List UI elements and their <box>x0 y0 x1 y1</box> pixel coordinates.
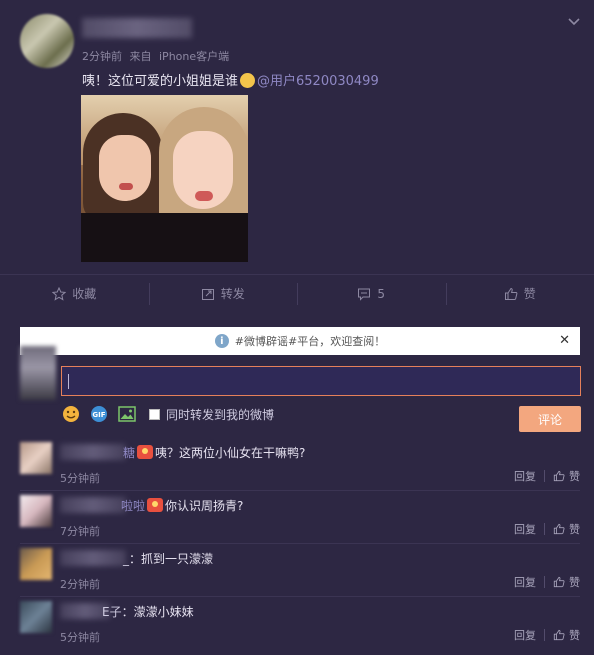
reply-button[interactable]: 回复 <box>514 468 536 484</box>
comment-time: 2分钟前 <box>60 578 100 591</box>
comment-body: E子：濛濛小妹妹 <box>102 605 194 619</box>
gif-icon[interactable]: GIF <box>89 404 109 424</box>
comment-time: 7分钟前 <box>60 525 100 538</box>
comment-item: _：抓到一只濛濛 2分钟前 回复 赞 <box>20 544 580 597</box>
post-meta: 2分钟前 来自 iPhone客户端 <box>82 48 233 64</box>
commenter-avatar[interactable] <box>20 601 52 633</box>
image-icon[interactable] <box>117 404 137 424</box>
repost-button[interactable]: 转发 <box>148 275 298 312</box>
reply-button[interactable]: 回复 <box>514 627 536 643</box>
comment-item: 啦啦 你认识周扬青? 7分钟前 回复 赞 <box>20 491 580 544</box>
comment-actions: 回复 赞 <box>514 574 580 590</box>
post-text: 咦！这位可爱的小姐姐是谁 <box>82 74 239 89</box>
comment-icon <box>358 288 371 301</box>
comment-item: E子：濛濛小妹妹 5分钟前 回复 赞 <box>20 597 580 650</box>
comment-actions: 回复 赞 <box>514 627 580 643</box>
author-name-blurred[interactable] <box>82 18 192 38</box>
like-button[interactable]: 赞 <box>445 275 594 312</box>
post-source[interactable]: iPhone客户端 <box>159 50 229 63</box>
comment-actions: 回复 赞 <box>514 468 580 484</box>
star-icon <box>52 286 67 301</box>
post-action-bar: 收藏 转发 5 赞 <box>0 274 594 312</box>
comment-body: _：抓到一只濛濛 <box>123 552 214 566</box>
info-icon: i <box>214 334 229 348</box>
sync-repost-checkbox[interactable] <box>149 408 160 420</box>
comment-input[interactable] <box>61 366 581 396</box>
comment-actions: 回复 赞 <box>514 521 580 537</box>
comment-body: 啦啦 你认识周扬青? <box>121 498 244 513</box>
comment-body: 糖咦？这两位小仙女在干嘛鸭? <box>123 445 306 460</box>
favorite-button[interactable]: 收藏 <box>0 275 149 312</box>
post-body: 咦！这位可爱的小姐姐是谁 @用户6520030499 <box>82 70 379 89</box>
repost-icon <box>201 288 214 300</box>
commenter-name-blurred[interactable] <box>60 497 126 513</box>
reply-button[interactable]: 回复 <box>514 574 536 590</box>
commenter-avatar[interactable] <box>20 548 52 580</box>
post-time[interactable]: 2分钟前 <box>82 50 122 63</box>
user-mention-link[interactable]: @用户6520030499 <box>257 74 379 89</box>
commenter-avatar[interactable] <box>20 442 52 474</box>
reply-button[interactable]: 回复 <box>514 521 536 537</box>
submit-comment-button[interactable]: 评论 <box>519 406 581 432</box>
like-button[interactable]: 赞 <box>569 627 580 643</box>
comment-item: 糖咦？这两位小仙女在干嘛鸭? 5分钟前 回复 赞 <box>20 438 580 491</box>
close-icon[interactable]: ✕ <box>559 333 570 348</box>
member-badge-icon <box>147 498 164 512</box>
thumbs-up-icon[interactable] <box>553 629 565 641</box>
commenter-name-blurred[interactable] <box>60 550 126 566</box>
emoji-icon[interactable] <box>61 404 81 424</box>
comment-time: 5分钟前 <box>60 472 100 485</box>
like-button[interactable]: 赞 <box>569 468 580 484</box>
member-badge-icon <box>137 445 154 459</box>
thumbs-up-icon[interactable] <box>553 470 565 482</box>
author-avatar[interactable] <box>20 14 74 68</box>
comment-time: 5分钟前 <box>60 631 100 644</box>
composer-toolbar: GIF 同时转发到我的微博 <box>61 404 274 424</box>
thumbs-up-icon[interactable] <box>553 523 565 535</box>
like-button[interactable]: 赞 <box>569 574 580 590</box>
like-button[interactable]: 赞 <box>569 521 580 537</box>
comment-button[interactable]: 5 <box>297 275 446 312</box>
svg-text:GIF: GIF <box>92 411 105 419</box>
commenter-name-blurred[interactable] <box>60 444 126 460</box>
current-user-avatar <box>20 346 56 400</box>
thinking-emoji-icon <box>240 73 256 88</box>
text-caret <box>68 374 69 389</box>
thumbs-up-icon <box>504 287 518 300</box>
commenter-avatar[interactable] <box>20 495 52 527</box>
source-prefix: 来自 <box>129 50 152 63</box>
sync-repost-label[interactable]: 同时转发到我的微博 <box>166 406 274 423</box>
chevron-down-icon[interactable] <box>566 14 582 30</box>
post-photo[interactable] <box>81 95 248 262</box>
rumor-tip-bar: i #微博辟谣#平台，欢迎查阅！ ✕ <box>20 327 580 355</box>
weibo-post-card: 2分钟前 来自 iPhone客户端 咦！这位可爱的小姐姐是谁 @用户6520030… <box>0 0 594 655</box>
thumbs-up-icon[interactable] <box>553 576 565 588</box>
tip-text[interactable]: #微博辟谣#平台，欢迎查阅！ <box>235 333 385 349</box>
